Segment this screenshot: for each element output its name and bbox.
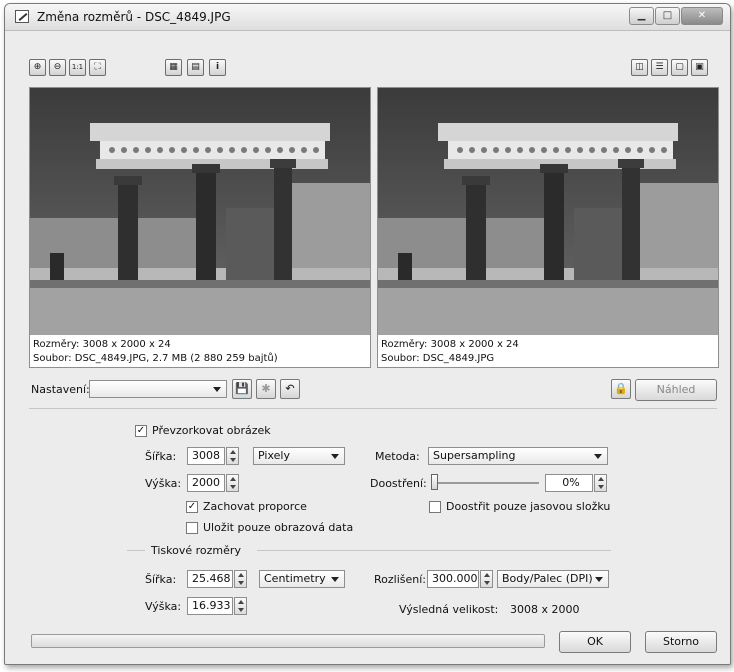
height-stepper[interactable] xyxy=(226,474,239,492)
resolution-input[interactable]: 300.000 xyxy=(427,570,479,588)
sharpen-luma-label: Doostřit pouze jasovou složku xyxy=(446,500,611,513)
method-value: Supersampling xyxy=(433,449,516,462)
histogram-icon[interactable]: ▦ xyxy=(165,59,182,76)
save-preset-icon[interactable]: 💾 xyxy=(232,379,252,399)
print-unit-value: Centimetry xyxy=(264,572,326,585)
levels-icon[interactable]: ▤ xyxy=(187,59,204,76)
width-input[interactable]: 3008 xyxy=(187,447,225,465)
result-size-label: Výsledná velikost: xyxy=(399,603,499,616)
sharpen-input[interactable]: 0% xyxy=(545,474,593,492)
reset-icon[interactable]: ↶ xyxy=(280,379,300,399)
resolution-unit-value: Body/Palec (DPI) xyxy=(502,572,593,585)
preview-lock-icon[interactable]: 🔒 xyxy=(611,379,631,399)
print-unit-select[interactable]: Centimetry xyxy=(259,570,345,588)
window-title: Změna rozměrů - DSC_4849.JPG xyxy=(37,10,231,24)
chevron-down-icon xyxy=(595,577,603,582)
height-input[interactable]: 2000 xyxy=(187,474,225,492)
settings-preset-select[interactable] xyxy=(89,380,227,398)
app-icon xyxy=(15,10,29,23)
pixel-unit-select[interactable]: Pixely xyxy=(253,447,345,465)
original-size-info: Rozměry: 3008 x 2000 x 24 xyxy=(33,339,171,350)
method-label: Metoda: xyxy=(375,450,420,463)
sharpen-slider-track[interactable] xyxy=(435,482,539,484)
info-icon[interactable]: i xyxy=(209,59,226,76)
print-height-stepper[interactable] xyxy=(234,597,247,615)
print-width-stepper[interactable] xyxy=(234,570,247,588)
sharpen-luma-checkbox[interactable] xyxy=(429,501,441,513)
print-height-label: Výška: xyxy=(145,600,182,613)
group-line-left xyxy=(127,550,145,551)
result-file-info: Soubor: DSC_4849.JPG xyxy=(381,353,495,364)
print-width-label: Šířka: xyxy=(145,573,177,586)
title-bar[interactable]: Změna rozměrů - DSC_4849.JPG ▁ □ ✕ xyxy=(5,4,730,31)
width-stepper[interactable] xyxy=(226,447,239,465)
zoom-actual-size-button[interactable]: 1:1 xyxy=(69,59,86,76)
zoom-fit-icon[interactable]: ⛶ xyxy=(89,59,106,76)
maximize-button[interactable]: □ xyxy=(655,7,680,25)
print-size-group-label: Tiskové rozměry xyxy=(151,544,241,557)
chevron-down-icon xyxy=(331,454,339,459)
chevron-down-icon xyxy=(594,454,602,459)
resolution-stepper[interactable] xyxy=(480,570,493,588)
sharpen-label: Doostření: xyxy=(370,477,427,490)
delete-preset-icon[interactable]: ✱ xyxy=(256,379,276,399)
result-preview-panel: Rozměry: 3008 x 2000 x 24 Soubor: DSC_48… xyxy=(377,87,719,368)
progress-bar xyxy=(31,634,545,648)
zoom-out-icon[interactable]: ⊖ xyxy=(49,59,66,76)
keep-ratio-label: Zachovat proporce xyxy=(203,500,307,513)
divider xyxy=(29,408,717,409)
keep-ratio-checkbox[interactable]: ✓ xyxy=(186,501,198,513)
settings-label: Nastavení: xyxy=(31,383,90,396)
original-preview-panel: Rozměry: 3008 x 2000 x 24 Soubor: DSC_48… xyxy=(29,87,371,368)
result-image xyxy=(378,88,718,335)
ok-button[interactable]: OK xyxy=(559,631,631,653)
pixel-unit-value: Pixely xyxy=(258,449,290,462)
original-image xyxy=(30,88,370,335)
resample-checkbox[interactable]: ✓ xyxy=(135,425,147,437)
print-height-input[interactable]: 16.933 xyxy=(187,597,233,615)
print-width-input[interactable]: 25.468 xyxy=(187,570,233,588)
layout-stacked-icon[interactable]: ☰ xyxy=(651,59,668,76)
sharpen-slider-thumb[interactable] xyxy=(431,474,438,490)
layout-preview-only-icon[interactable]: ▣ xyxy=(691,59,708,76)
sharpen-stepper[interactable] xyxy=(594,474,607,492)
minimize-button[interactable]: ▁ xyxy=(629,7,654,25)
resample-checkbox-label: Převzorkovat obrázek xyxy=(152,424,271,437)
save-image-data-only-label: Uložit pouze obrazová data xyxy=(203,521,354,534)
resolution-label: Rozlišení: xyxy=(374,573,426,586)
width-label: Šířka: xyxy=(145,450,177,463)
chevron-down-icon xyxy=(213,387,221,392)
method-select[interactable]: Supersampling xyxy=(428,447,608,465)
resize-dialog: Změna rozměrů - DSC_4849.JPG ▁ □ ✕ ⊕ ⊖ 1… xyxy=(4,3,731,665)
original-file-info: Soubor: DSC_4849.JPG, 2.7 MB (2 880 259 … xyxy=(33,353,278,364)
preview-button[interactable]: Náhled xyxy=(635,379,717,401)
chevron-down-icon xyxy=(331,577,339,582)
layout-original-only-icon[interactable]: ▢ xyxy=(671,59,688,76)
group-line-right xyxy=(257,550,611,551)
save-image-data-only-checkbox[interactable] xyxy=(186,522,198,534)
zoom-in-icon[interactable]: ⊕ xyxy=(29,59,46,76)
height-label: Výška: xyxy=(145,477,182,490)
layout-side-by-side-icon[interactable]: ◫ xyxy=(631,59,648,76)
cancel-button[interactable]: Storno xyxy=(645,631,717,653)
result-size-value: 3008 x 2000 xyxy=(510,603,580,616)
close-button[interactable]: ✕ xyxy=(681,7,723,25)
result-size-info: Rozměry: 3008 x 2000 x 24 xyxy=(381,339,519,350)
resolution-unit-select[interactable]: Body/Palec (DPI) xyxy=(497,570,609,588)
